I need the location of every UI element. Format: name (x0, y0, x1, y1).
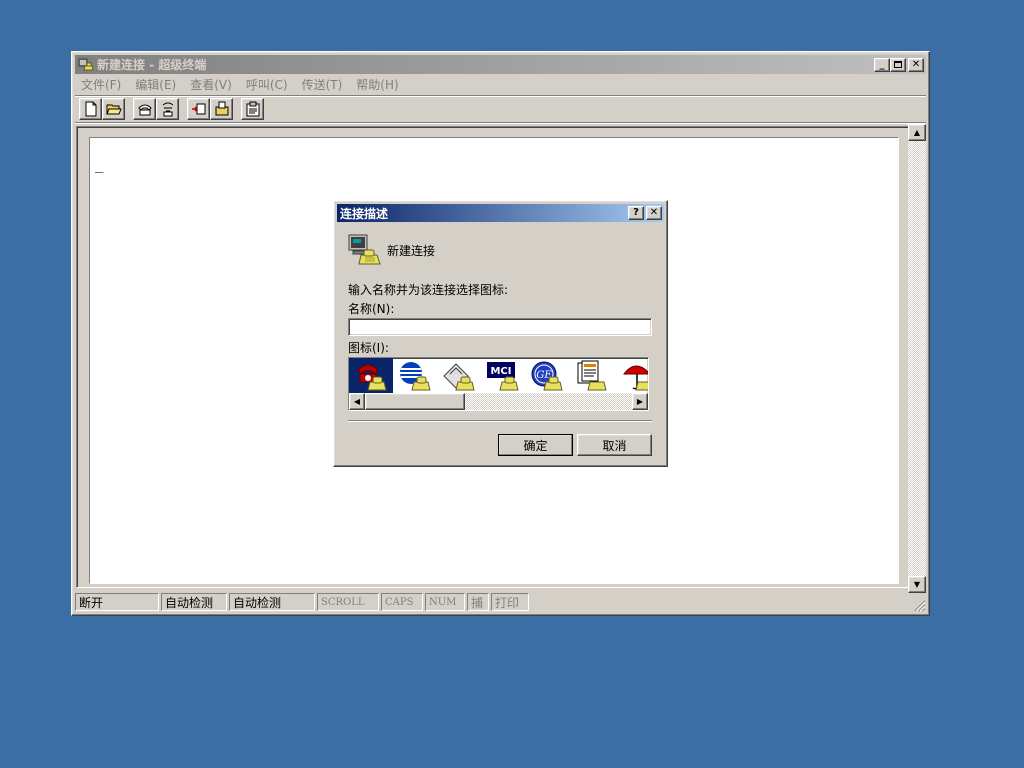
disconnect-icon (162, 102, 173, 117)
icon-option-ge[interactable]: GE (525, 358, 569, 394)
open-button[interactable] (102, 98, 125, 120)
status-caps: CAPS (381, 593, 423, 611)
menu-transfer[interactable]: 传送(T) (295, 76, 350, 93)
status-print: 打印 (491, 593, 529, 611)
question-icon: ? (633, 207, 639, 218)
scroll-down-button[interactable]: ▼ (908, 576, 926, 593)
icon-option-globe[interactable] (393, 358, 437, 394)
scroll-up-button[interactable]: ▲ (908, 124, 926, 141)
menu-call[interactable]: 呼叫(C) (239, 76, 295, 93)
umbrella-phone-icon (622, 365, 648, 391)
icon-option-mci[interactable]: MCI (481, 358, 525, 394)
close-icon: ✕ (649, 207, 659, 218)
menu-help[interactable]: 帮助(H) (349, 76, 405, 93)
main-window-title: 新建连接 - 超级终端 (97, 58, 207, 72)
mci-phone-icon: MCI (487, 362, 519, 391)
status-capture: 捕 (467, 593, 489, 611)
cancel-label: 取消 (602, 438, 627, 453)
send-button[interactable] (187, 98, 210, 120)
connection-icon (348, 234, 381, 265)
icon-option-documents[interactable] (569, 358, 613, 394)
svg-text:MCI: MCI (490, 366, 511, 377)
menu-bar: 文件(F) 编辑(E) 查看(V) 呼叫(C) 传送(T) 帮助(H) (75, 75, 926, 94)
globe-phone-icon (400, 362, 431, 391)
dialog-titlebar[interactable]: 连接描述 ? ✕ (337, 204, 664, 222)
connection-name-text: 新建连接 (387, 243, 436, 258)
help-button[interactable]: ? (628, 206, 644, 220)
disconnect-button[interactable] (156, 98, 179, 120)
dialog-close-button[interactable]: ✕ (646, 206, 662, 220)
ok-label: 确定 (523, 438, 548, 453)
close-button[interactable]: ✕ (908, 57, 924, 72)
arrow-left-icon: ◀ (353, 397, 361, 406)
icon-option-fax[interactable] (437, 358, 481, 394)
minimize-icon: _ (879, 58, 885, 70)
vertical-scrollbar[interactable]: ▲ ▼ (908, 124, 926, 593)
dialog-title: 连接描述 (340, 206, 389, 221)
icon-list-scrollbar[interactable]: ◀ ▶ (349, 393, 648, 410)
maximize-button[interactable] (890, 57, 906, 72)
connection-description-dialog: 连接描述 ? ✕ 新建连接 输入名称并为该连接选择图标: 名称(N): 图标(I… (333, 200, 668, 467)
menu-edit[interactable]: 编辑(E) (128, 76, 183, 93)
dial-icon (137, 104, 152, 116)
dialog-separator (348, 420, 652, 422)
new-file-icon (85, 101, 96, 117)
status-num: NUM (425, 593, 465, 611)
maximize-icon (894, 61, 902, 68)
properties-button[interactable] (241, 98, 264, 120)
arrow-right-icon: ▶ (636, 397, 644, 406)
minimize-button[interactable]: _ (874, 57, 890, 72)
receive-icon (215, 101, 228, 116)
cancel-button[interactable]: 取消 (577, 434, 652, 456)
status-detect-1: 自动检测 (161, 593, 227, 611)
scroll-thumb[interactable] (365, 393, 465, 410)
prompt-text: 输入名称并为该连接选择图标: (348, 283, 509, 297)
status-scroll: SCROLL (317, 593, 379, 611)
arrow-up-icon: ▲ (913, 128, 921, 137)
dial-button[interactable] (133, 98, 156, 120)
send-icon (191, 103, 205, 115)
icon-option-red-phone[interactable] (349, 358, 393, 394)
ok-button[interactable]: 确定 (498, 434, 573, 456)
close-icon: ✕ (911, 58, 921, 70)
menu-file[interactable]: 文件(F) (75, 76, 128, 93)
fax-phone-icon (443, 363, 475, 391)
terminal-cursor: _ (95, 157, 104, 173)
status-connection: 断开 (75, 593, 159, 611)
documents-phone-icon (577, 360, 607, 391)
status-detect-2: 自动检测 (229, 593, 315, 611)
open-folder-icon (105, 104, 122, 115)
icon-label: 图标(I): (348, 341, 389, 355)
new-button[interactable] (79, 98, 102, 120)
arrow-down-icon: ▼ (913, 580, 921, 589)
ge-phone-icon: GE (531, 361, 563, 391)
icon-list[interactable]: MCI GE ◀ ▶ (348, 357, 649, 411)
icon-option-umbrella[interactable] (613, 358, 648, 394)
dialog-body: 新建连接 输入名称并为该连接选择图标: 名称(N): 图标(I): MCI GE… (337, 223, 664, 463)
name-input[interactable] (348, 318, 652, 336)
properties-icon (246, 101, 259, 117)
hyperterminal-app-icon (78, 58, 94, 70)
red-phone-icon (357, 364, 387, 391)
menu-view[interactable]: 查看(V) (183, 76, 239, 93)
status-bar: 断开 自动检测 自动检测 SCROLL CAPS NUM 捕 打印 (75, 592, 926, 612)
connection-header: 新建连接 (347, 233, 435, 267)
scroll-left-button[interactable]: ◀ (349, 393, 365, 410)
name-label: 名称(N): (348, 302, 395, 316)
toolbar (75, 95, 926, 123)
resize-grip-icon[interactable] (912, 598, 926, 612)
main-titlebar[interactable]: 新建连接 - 超级终端 _ ✕ (75, 55, 926, 74)
scroll-right-button[interactable]: ▶ (632, 393, 648, 410)
receive-button[interactable] (210, 98, 233, 120)
